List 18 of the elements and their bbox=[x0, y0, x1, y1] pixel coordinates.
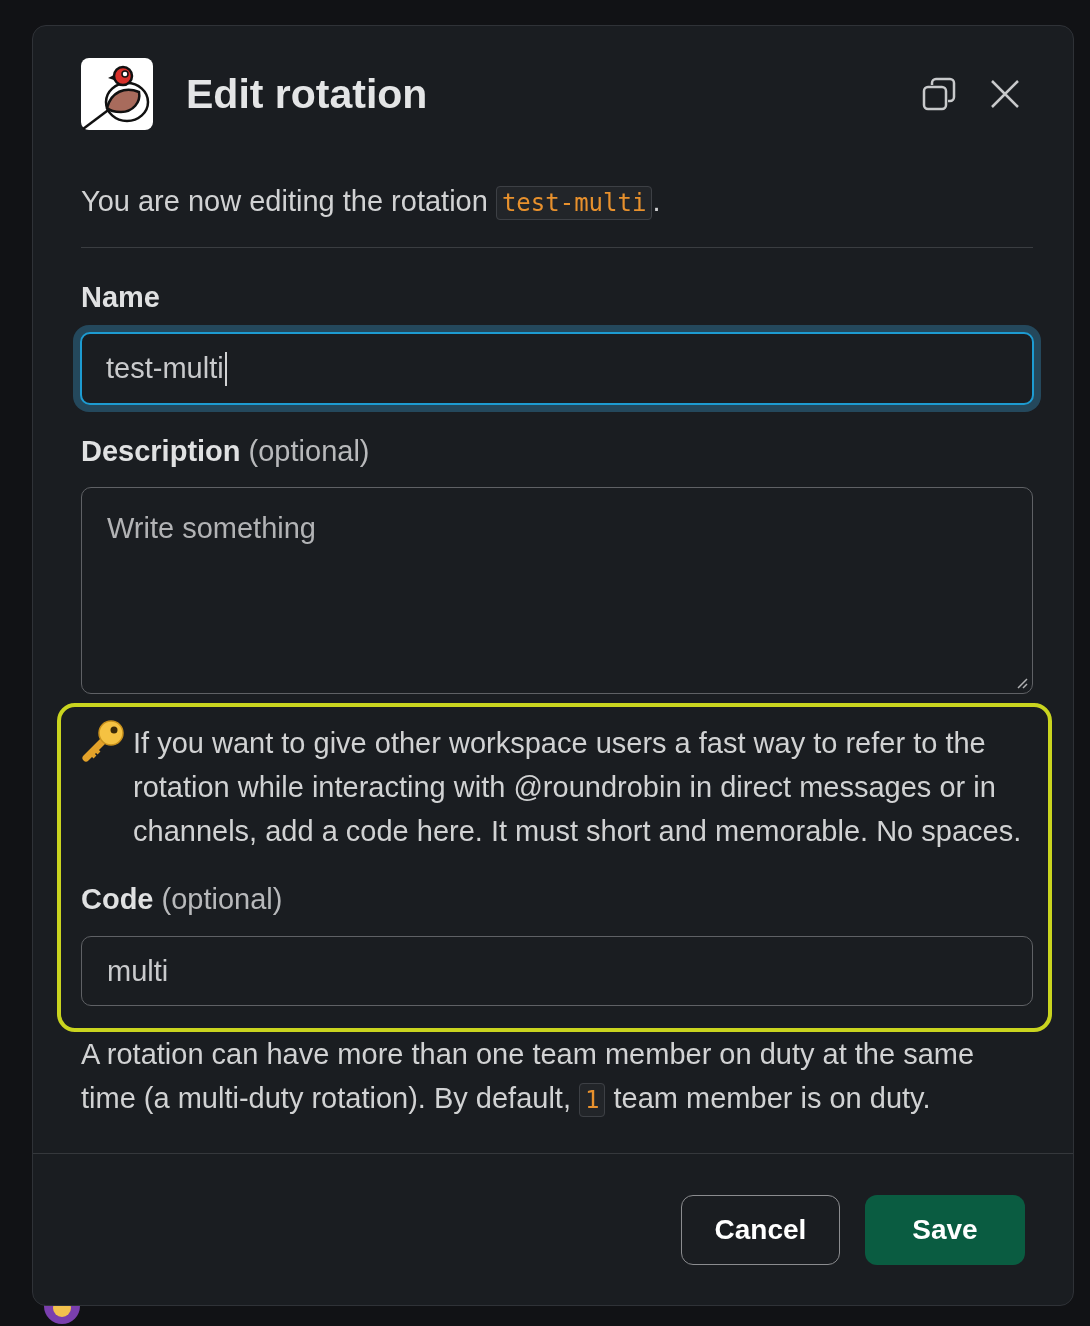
save-button[interactable]: Save bbox=[865, 1195, 1025, 1265]
name-label: Name bbox=[81, 280, 161, 315]
copy-icon[interactable] bbox=[922, 77, 956, 111]
description-label: Description (optional) bbox=[81, 434, 371, 469]
modal-title: Edit rotation bbox=[186, 70, 429, 119]
code-hint-text: If you want to give other workspace users a fast way to refer to the rotation while interacting with @roundrobin in direct messages or in channels, add a code here. It must short and memorable. No spaces. bbox=[133, 726, 1023, 849]
key-icon bbox=[81, 719, 125, 763]
name-input[interactable]: test-multi bbox=[73, 325, 1041, 412]
code-label: Code (optional) bbox=[81, 882, 284, 917]
description-textarea[interactable]: Write something bbox=[81, 487, 1033, 694]
resize-handle-icon[interactable] bbox=[1016, 677, 1028, 689]
bird-logo-icon bbox=[81, 58, 153, 130]
close-icon[interactable] bbox=[990, 79, 1020, 109]
text-cursor-icon bbox=[224, 351, 227, 386]
cancel-button[interactable]: Cancel bbox=[681, 1195, 840, 1265]
intro-text: You are now editing the rotation test-multi . bbox=[81, 179, 1033, 225]
code-input[interactable]: multi bbox=[81, 936, 1033, 1006]
duty-note-text: A rotation can have more than one team member on duty at the same time (a multi-duty rotation). By default, 1 team member is on duty. bbox=[81, 1032, 1033, 1122]
